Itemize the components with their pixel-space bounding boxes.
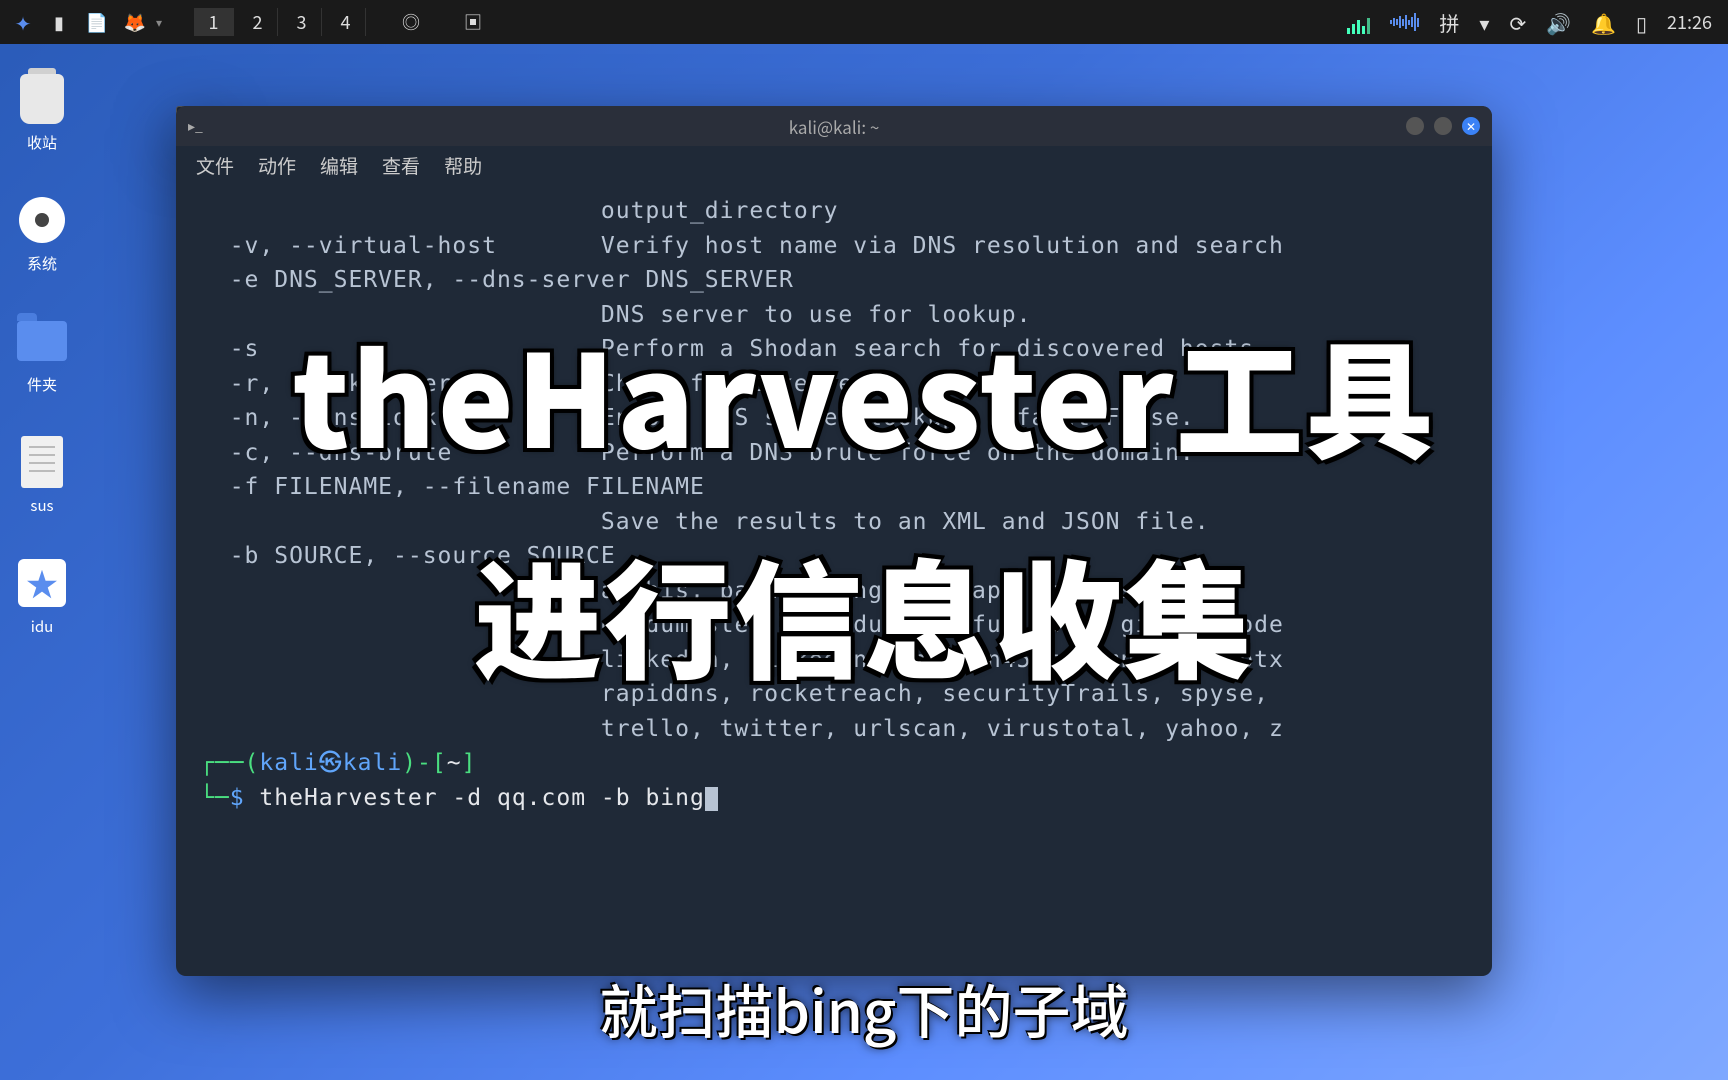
terminal-content[interactable]: output_directory -v, --virtual-host Veri… bbox=[176, 184, 1492, 825]
kali-logo-icon[interactable]: ✦ bbox=[8, 7, 38, 37]
dropdown-icon[interactable]: ▾ bbox=[156, 14, 174, 31]
icon-label: 件夹 bbox=[27, 374, 57, 395]
taskbar-right: 拼 ▾ ⟳ 🔊 🔔 ▯ 21:26 bbox=[1347, 8, 1720, 37]
menu-view[interactable]: 查看 bbox=[382, 152, 420, 179]
menu-file[interactable]: 文件 bbox=[196, 152, 234, 179]
workspace-4[interactable]: 4 bbox=[326, 8, 366, 36]
terminal-titlebar[interactable]: ▸_ kali@kali: ~ ✕ bbox=[176, 106, 1492, 146]
desktop-icon-file[interactable]: sus bbox=[8, 435, 76, 516]
maximize-button[interactable] bbox=[1434, 117, 1452, 135]
workspace-1[interactable]: 1 bbox=[194, 8, 234, 36]
notifications-icon[interactable]: 🔔 bbox=[1591, 8, 1616, 37]
terminal-menubar: 文件 动作 编辑 查看 帮助 bbox=[176, 146, 1492, 184]
desktop-icon-trash[interactable]: 收站 bbox=[8, 72, 76, 153]
minimize-button[interactable] bbox=[1406, 117, 1424, 135]
folder-icon bbox=[17, 321, 67, 361]
firefox-icon[interactable]: 🦊 bbox=[118, 5, 152, 39]
desktop-icon-folder[interactable]: 件夹 bbox=[8, 314, 76, 395]
app-shortcut-2[interactable]: 📄 bbox=[80, 5, 114, 39]
wifi-icon[interactable]: ▾ bbox=[1479, 8, 1489, 37]
window-controls: ✕ bbox=[1406, 117, 1480, 135]
workspace-3[interactable]: 3 bbox=[282, 8, 322, 36]
battery-icon[interactable]: ▯ bbox=[1636, 8, 1647, 37]
star-icon: ★ bbox=[18, 559, 66, 607]
close-button[interactable]: ✕ bbox=[1462, 117, 1480, 135]
volume-icon[interactable]: 🔊 bbox=[1546, 8, 1571, 37]
cursor-icon bbox=[705, 787, 718, 811]
menu-edit[interactable]: 编辑 bbox=[320, 152, 358, 179]
video-subtitle: 就扫描bing下的子域 bbox=[600, 966, 1129, 1050]
menu-help[interactable]: 帮助 bbox=[444, 152, 482, 179]
desktop-icon-star[interactable]: ★ idu bbox=[8, 556, 76, 637]
clock[interactable]: 21:26 bbox=[1667, 9, 1720, 35]
ime-indicator[interactable]: 拼 bbox=[1439, 8, 1459, 37]
overlay-title-1: theHarvester工具 bbox=[293, 300, 1436, 485]
prompt-path: ~ bbox=[447, 750, 462, 776]
menu-actions[interactable]: 动作 bbox=[258, 152, 296, 179]
overlay-title-2: 进行信息收集 bbox=[474, 520, 1254, 705]
obs-icon[interactable]: ◎ bbox=[394, 5, 428, 39]
icon-label: 收站 bbox=[27, 132, 57, 153]
refresh-icon[interactable]: ⟳ bbox=[1509, 8, 1526, 37]
trash-icon bbox=[20, 74, 64, 124]
file-icon bbox=[21, 436, 63, 488]
taskbar-left: ✦ ▮ 📄 🦊 ▸_ ▾ 1 2 3 4 ◎ ▣ bbox=[8, 5, 490, 39]
prompt-user: kali㉿kali bbox=[259, 750, 402, 776]
record-icon[interactable]: ▣ bbox=[456, 5, 490, 39]
workspace-2[interactable]: 2 bbox=[238, 8, 278, 36]
network-graph-icon bbox=[1390, 10, 1419, 34]
terminal-command: theHarvester -d qq.com -b bing bbox=[259, 785, 704, 811]
icon-label: sus bbox=[30, 495, 53, 516]
terminal-title: kali@kali: ~ bbox=[789, 114, 880, 139]
desktop-icon-system[interactable]: 系统 bbox=[8, 193, 76, 274]
app-shortcut-1[interactable]: ▮ bbox=[42, 5, 76, 39]
disc-icon bbox=[19, 197, 65, 243]
desktop-icons: 收站 系统 件夹 sus ★ idu bbox=[8, 72, 76, 637]
terminal-title-icon: ▸_ bbox=[188, 116, 203, 136]
icon-label: 系统 bbox=[27, 253, 57, 274]
audio-meter-icon bbox=[1347, 10, 1370, 34]
top-taskbar: ✦ ▮ 📄 🦊 ▸_ ▾ 1 2 3 4 ◎ ▣ bbox=[0, 0, 1728, 44]
icon-label: idu bbox=[31, 616, 54, 637]
